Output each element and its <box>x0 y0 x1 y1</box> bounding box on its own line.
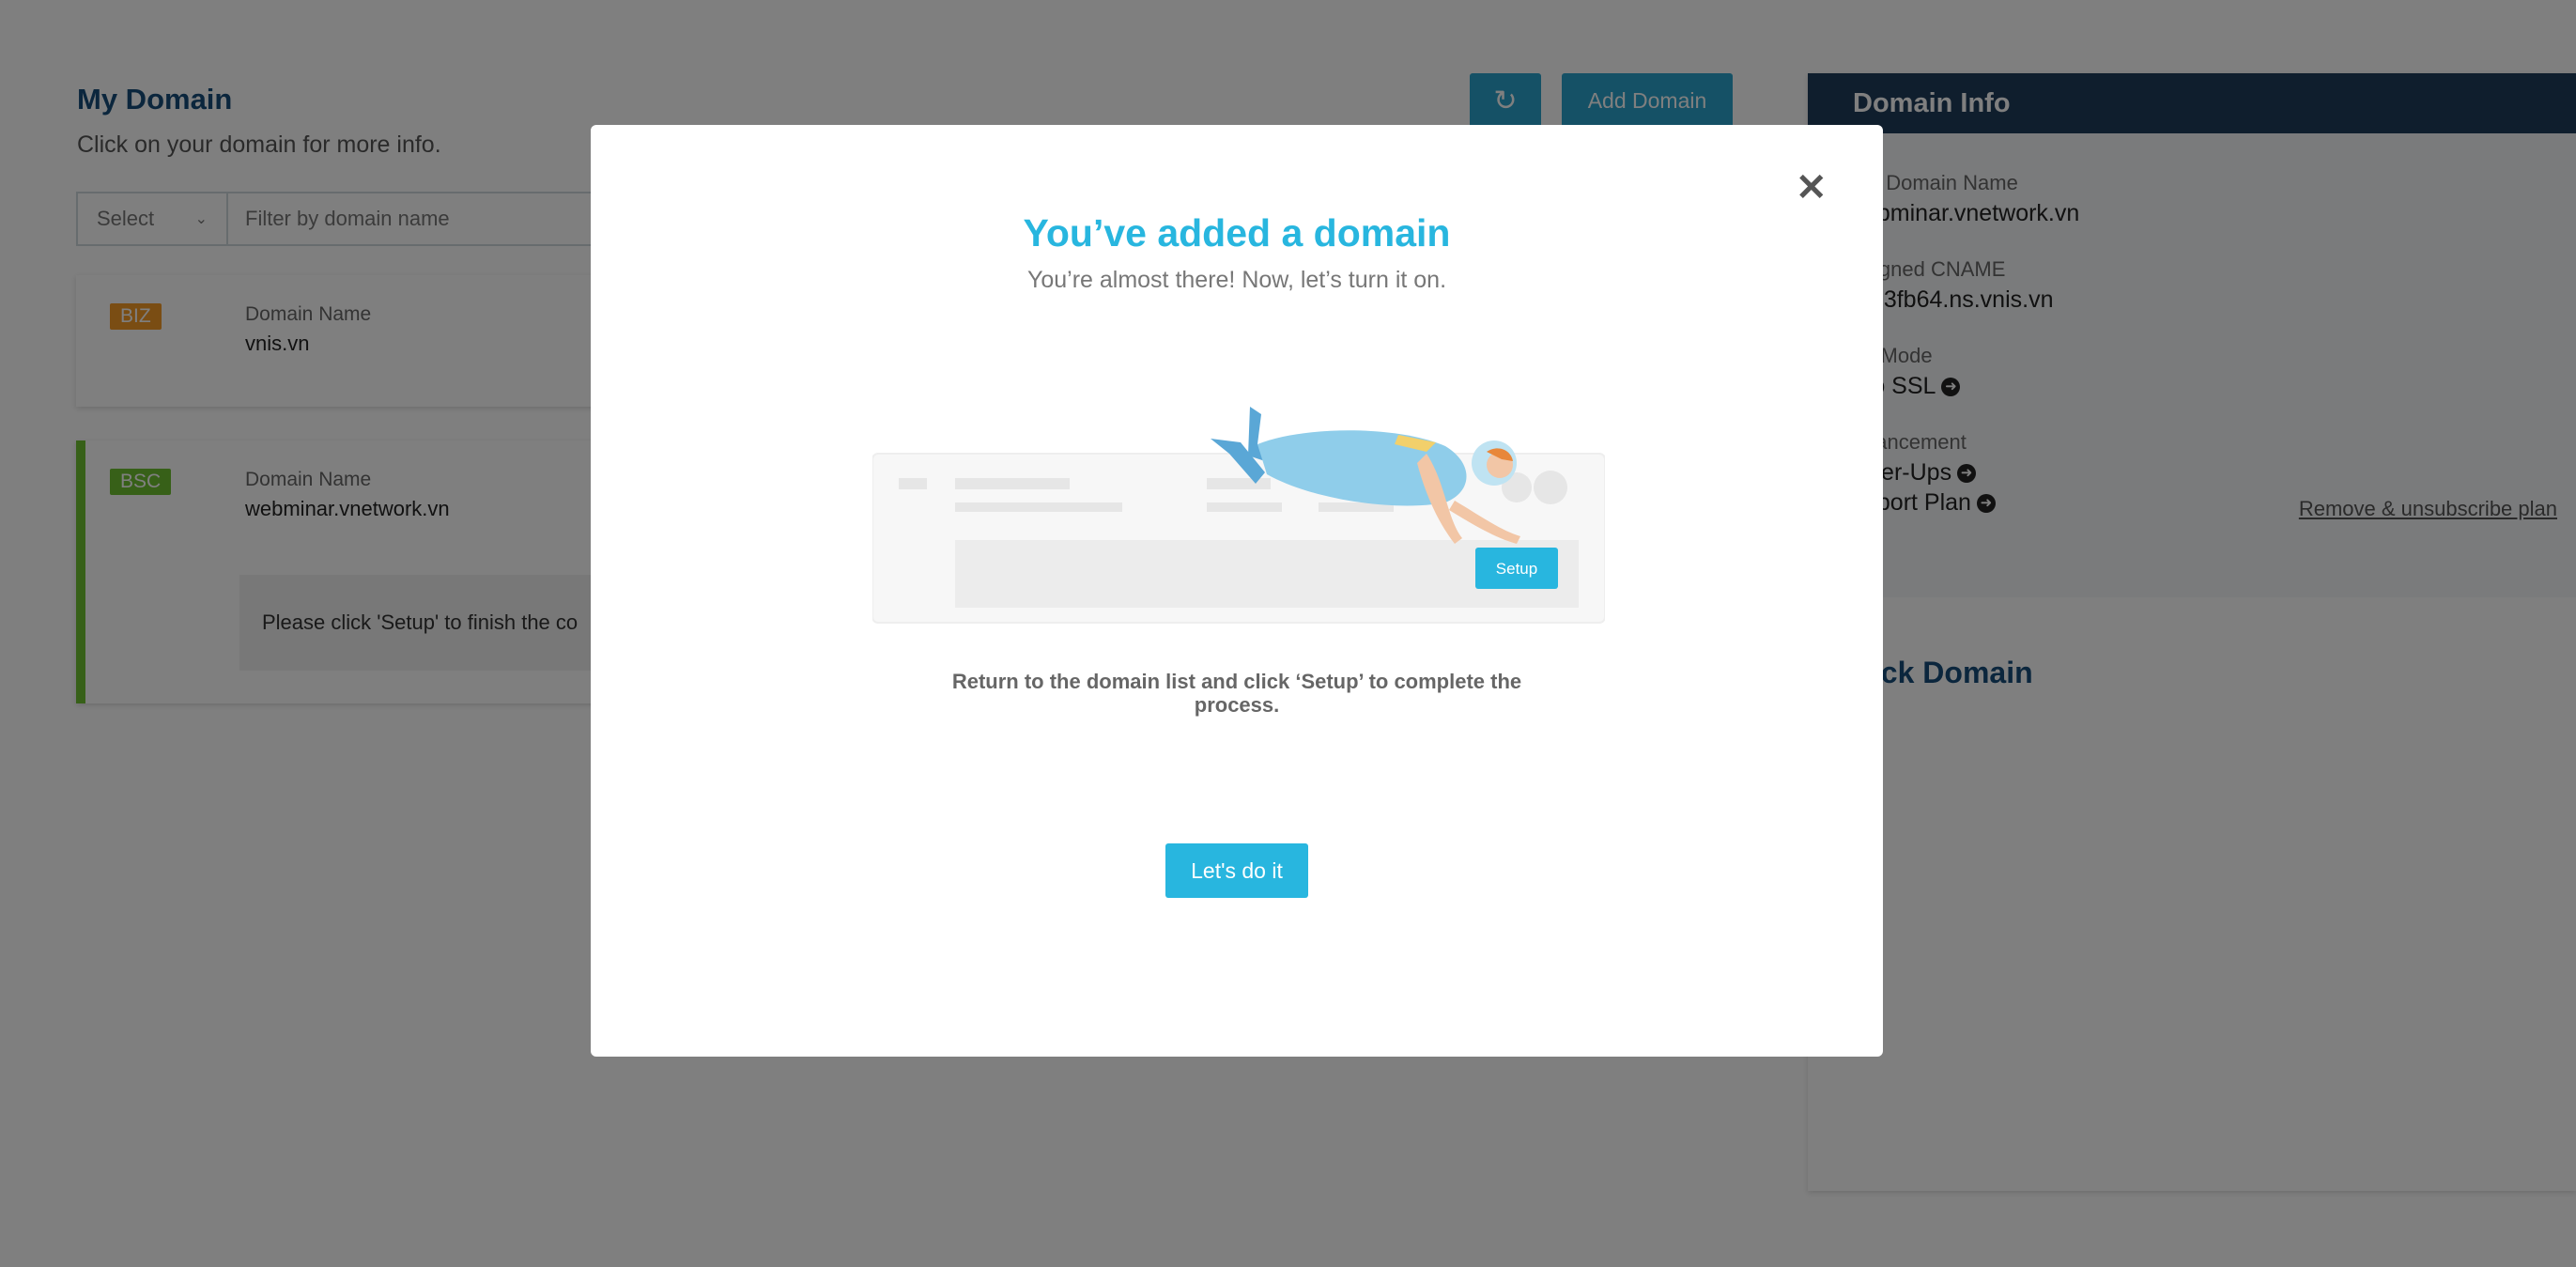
modal-description: Return to the domain list and click ‘Set… <box>951 670 1522 717</box>
lets-do-it-button[interactable]: Let's do it <box>1165 843 1308 898</box>
modal-subtitle: You’re almost there! Now, let’s turn it … <box>1026 267 1447 293</box>
modal-title: You’ve added a domain <box>1023 211 1451 255</box>
illustration-setup-label: Setup <box>1496 560 1537 578</box>
close-icon[interactable]: ✕ <box>1796 169 1828 207</box>
domain-added-modal: ✕ You’ve added a domain You’re almost th… <box>591 125 1883 1057</box>
skydiver-illustration: Setup <box>872 407 1605 624</box>
